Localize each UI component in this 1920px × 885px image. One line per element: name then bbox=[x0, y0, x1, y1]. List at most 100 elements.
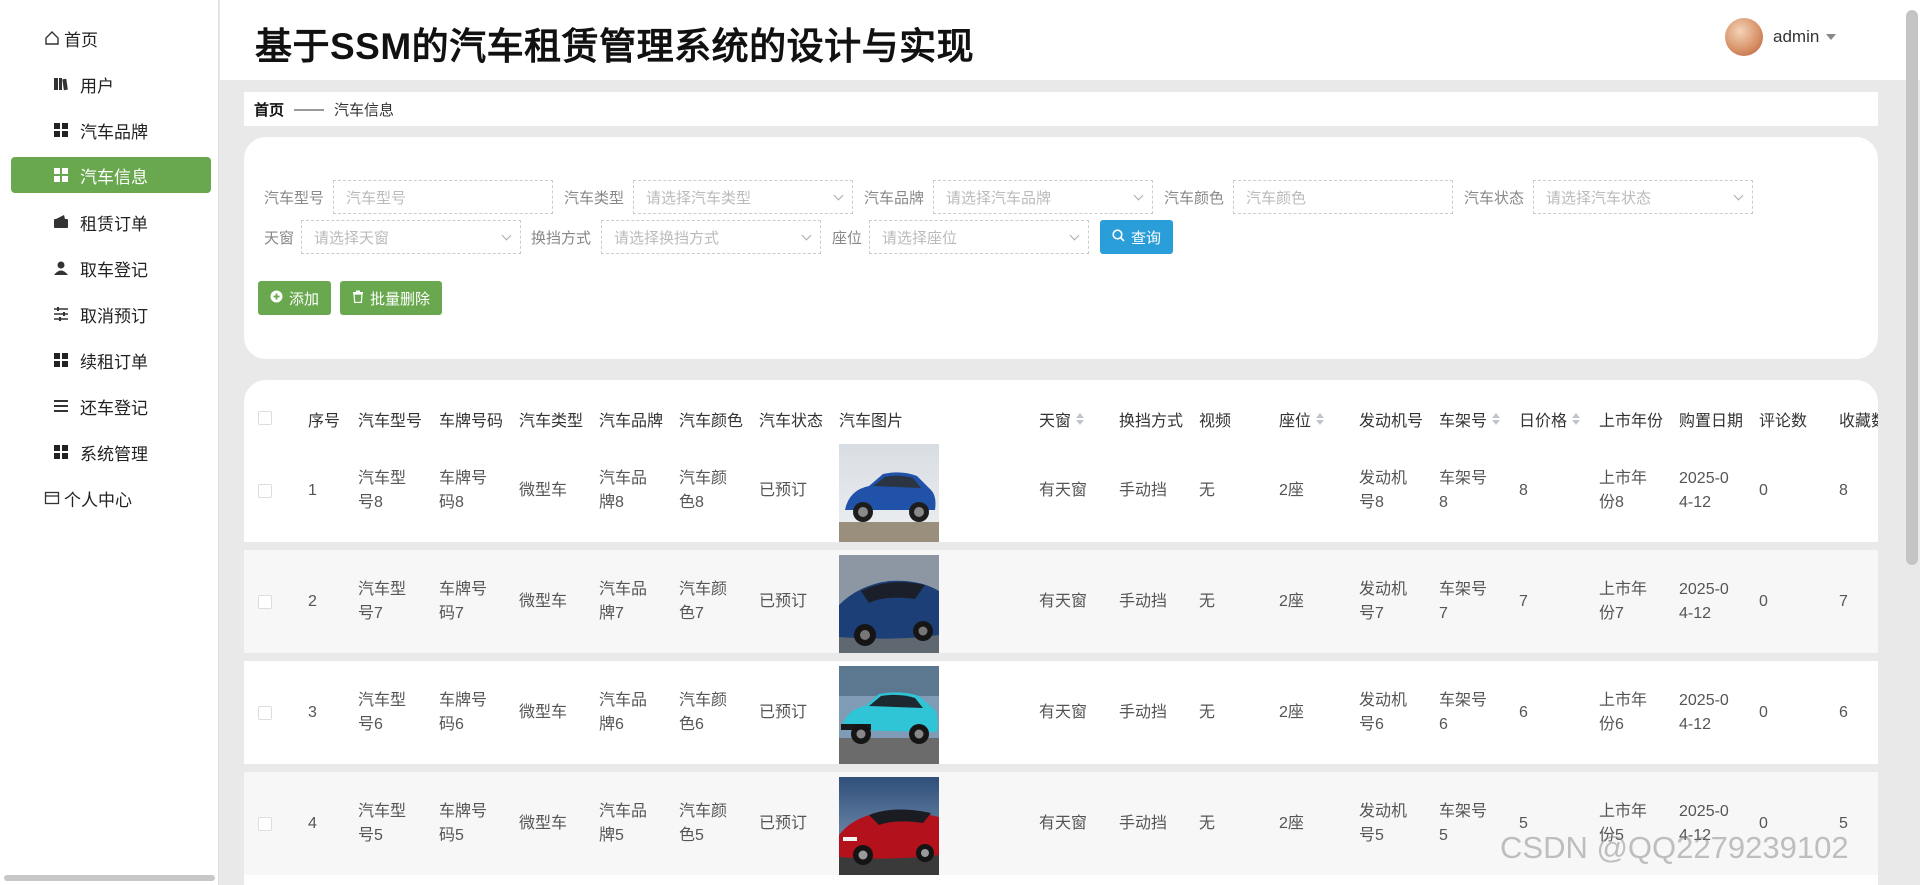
cell-line: 2025-0 bbox=[1679, 469, 1729, 487]
col-header-sortable[interactable]: 日价格 bbox=[1519, 394, 1581, 444]
cell-seats: 2座 bbox=[1279, 703, 1304, 721]
add-button[interactable]: 添加 bbox=[258, 281, 332, 315]
cell-line: 发动机 bbox=[1359, 691, 1408, 709]
col-header: 序号 bbox=[308, 413, 341, 430]
chevron-down-icon bbox=[1069, 230, 1080, 241]
menu-label: 汽车信息 bbox=[80, 167, 148, 187]
menu-item-rental-orders[interactable]: 租赁订单 bbox=[11, 204, 211, 240]
col-header: 汽车类型 bbox=[519, 413, 584, 430]
sunroof-select[interactable]: 请选择天窗 bbox=[301, 220, 521, 254]
col-header-sortable[interactable]: 天窗 bbox=[1039, 394, 1085, 444]
add-button-label: 添加 bbox=[289, 290, 320, 308]
select-all-checkbox[interactable] bbox=[258, 411, 272, 425]
cell-line: 汽车品 bbox=[599, 802, 648, 820]
car-brand-select[interactable]: 请选择汽车品牌 bbox=[933, 180, 1153, 214]
cell-type: 微型车 bbox=[519, 703, 568, 721]
sort-icon bbox=[1492, 412, 1501, 426]
wallet-icon bbox=[53, 214, 69, 230]
cell-line: 牌8 bbox=[599, 493, 624, 511]
col-header: 收藏数 bbox=[1839, 413, 1878, 430]
cell-sunroof: 有天窗 bbox=[1039, 592, 1088, 610]
car-model-input[interactable]: 汽车型号 bbox=[333, 180, 553, 214]
row-checkbox[interactable] bbox=[258, 484, 272, 498]
breadcrumb-home[interactable]: 首页 bbox=[254, 99, 284, 120]
car-image[interactable] bbox=[839, 666, 939, 764]
row-divider bbox=[244, 542, 1878, 550]
row-checkbox[interactable] bbox=[258, 595, 272, 609]
menu-item-car-brand[interactable]: 汽车品牌 bbox=[11, 112, 211, 148]
page-scrollbar[interactable] bbox=[1906, 10, 1918, 565]
cell-line: 码6 bbox=[439, 715, 464, 733]
table-row[interactable]: 1 汽车型 号8 车牌号 码8 微型车 汽车品 牌8 汽车颜 色8 已预订 有天窗 手动… bbox=[244, 439, 1878, 542]
cell-line: 汽车型 bbox=[358, 469, 407, 487]
menu-item-cancel[interactable]: 取消预订 bbox=[11, 296, 211, 332]
query-button-label: 查询 bbox=[1131, 229, 1162, 247]
cell-brand: 汽车品 牌5 bbox=[599, 772, 647, 875]
car-color-input[interactable]: 汽车颜色 bbox=[1233, 180, 1453, 214]
cell-plate: 车牌号 码5 bbox=[439, 772, 487, 875]
grid-icon bbox=[53, 352, 69, 368]
sliders-icon bbox=[53, 306, 69, 322]
car-image[interactable] bbox=[839, 444, 939, 542]
cell-line: 号6 bbox=[1359, 715, 1384, 733]
cell-comments: 0 bbox=[1759, 481, 1768, 499]
breadcrumb: 首页 —— 汽车信息 bbox=[244, 92, 1878, 126]
car-status-select[interactable]: 请选择汽车状态 bbox=[1533, 180, 1753, 214]
gear-select[interactable]: 请选择换挡方式 bbox=[601, 220, 821, 254]
menu-label: 取车登记 bbox=[80, 260, 148, 280]
cell-comments: 0 bbox=[1759, 592, 1768, 610]
query-button[interactable]: 查询 bbox=[1100, 220, 1174, 254]
menu-item-return[interactable]: 还车登记 bbox=[11, 388, 211, 424]
cell-line: 码8 bbox=[439, 493, 464, 511]
watermark: CSDN @QQ2279239102 bbox=[1500, 830, 1849, 865]
batch-delete-button[interactable]: 批量删除 bbox=[340, 281, 443, 315]
sort-icon bbox=[1316, 412, 1325, 426]
menu-label: 还车登记 bbox=[80, 398, 148, 418]
table-row[interactable]: 2 汽车型 号7 车牌号 码7 微型车 汽车品 牌7 汽车颜 色7 已预订 有天窗 手动… bbox=[244, 550, 1878, 653]
menu-item-renewal[interactable]: 续租订单 bbox=[11, 342, 211, 378]
col-header-sortable[interactable]: 座位 bbox=[1279, 394, 1325, 444]
menu-item-car-info[interactable]: 汽车信息 bbox=[11, 157, 211, 193]
label-car-color: 汽车颜色 bbox=[1164, 189, 1225, 207]
cell-favorites: 7 bbox=[1839, 592, 1848, 610]
menu-item-home[interactable]: 首页 bbox=[44, 20, 244, 56]
cell-favorites: 8 bbox=[1839, 481, 1848, 499]
row-checkbox[interactable] bbox=[258, 706, 272, 720]
cell-gear: 手动挡 bbox=[1119, 814, 1168, 832]
menu-item-personal-center[interactable]: 个人中心 bbox=[44, 480, 244, 516]
cell-year: 上市年 份8 bbox=[1599, 439, 1647, 542]
cell-line: 色8 bbox=[679, 493, 704, 511]
cell-model: 汽车型 号6 bbox=[358, 661, 406, 764]
cell-color: 汽车颜 色5 bbox=[679, 772, 727, 875]
cell-line: 码7 bbox=[439, 604, 464, 622]
label-car-brand: 汽车品牌 bbox=[864, 189, 925, 207]
menu-item-system[interactable]: 系统管理 bbox=[11, 434, 211, 470]
cell-frame: 车架号 7 bbox=[1439, 550, 1487, 653]
cell-year: 上市年 份7 bbox=[1599, 550, 1647, 653]
sidebar-scrollbar[interactable] bbox=[4, 875, 215, 881]
row-divider bbox=[244, 764, 1878, 772]
car-image[interactable] bbox=[839, 777, 939, 875]
menu-label: 续租订单 bbox=[80, 352, 148, 372]
list-icon bbox=[53, 398, 69, 414]
cell-line: 6 bbox=[1439, 715, 1448, 733]
col-header: 购置日期 bbox=[1679, 413, 1744, 430]
cell-line: 号6 bbox=[358, 715, 383, 733]
cell-comments: 0 bbox=[1759, 703, 1768, 721]
table-row[interactable]: 3 汽车型 号6 车牌号 码6 微型车 汽车品 牌6 汽车颜 色6 已预订 有天窗 手动… bbox=[244, 661, 1878, 764]
car-image[interactable] bbox=[839, 555, 939, 653]
col-header: 上市年份 bbox=[1599, 413, 1664, 430]
chevron-down-icon bbox=[833, 190, 844, 201]
menu-item-pickup[interactable]: 取车登记 bbox=[11, 250, 211, 286]
cell-line: 2025-0 bbox=[1679, 802, 1729, 820]
seats-select[interactable]: 请选择座位 bbox=[869, 220, 1089, 254]
user-menu[interactable]: admin bbox=[1725, 18, 1837, 56]
col-header-label: 日价格 bbox=[1519, 413, 1568, 430]
cell-type: 微型车 bbox=[519, 592, 568, 610]
cell-video: 无 bbox=[1199, 481, 1216, 499]
menu-item-users[interactable]: 用户 bbox=[11, 66, 211, 102]
chevron-down-icon bbox=[501, 230, 512, 241]
car-type-select[interactable]: 请选择汽车类型 bbox=[633, 180, 853, 214]
col-header-sortable[interactable]: 车架号 bbox=[1439, 394, 1501, 444]
row-checkbox[interactable] bbox=[258, 817, 272, 831]
